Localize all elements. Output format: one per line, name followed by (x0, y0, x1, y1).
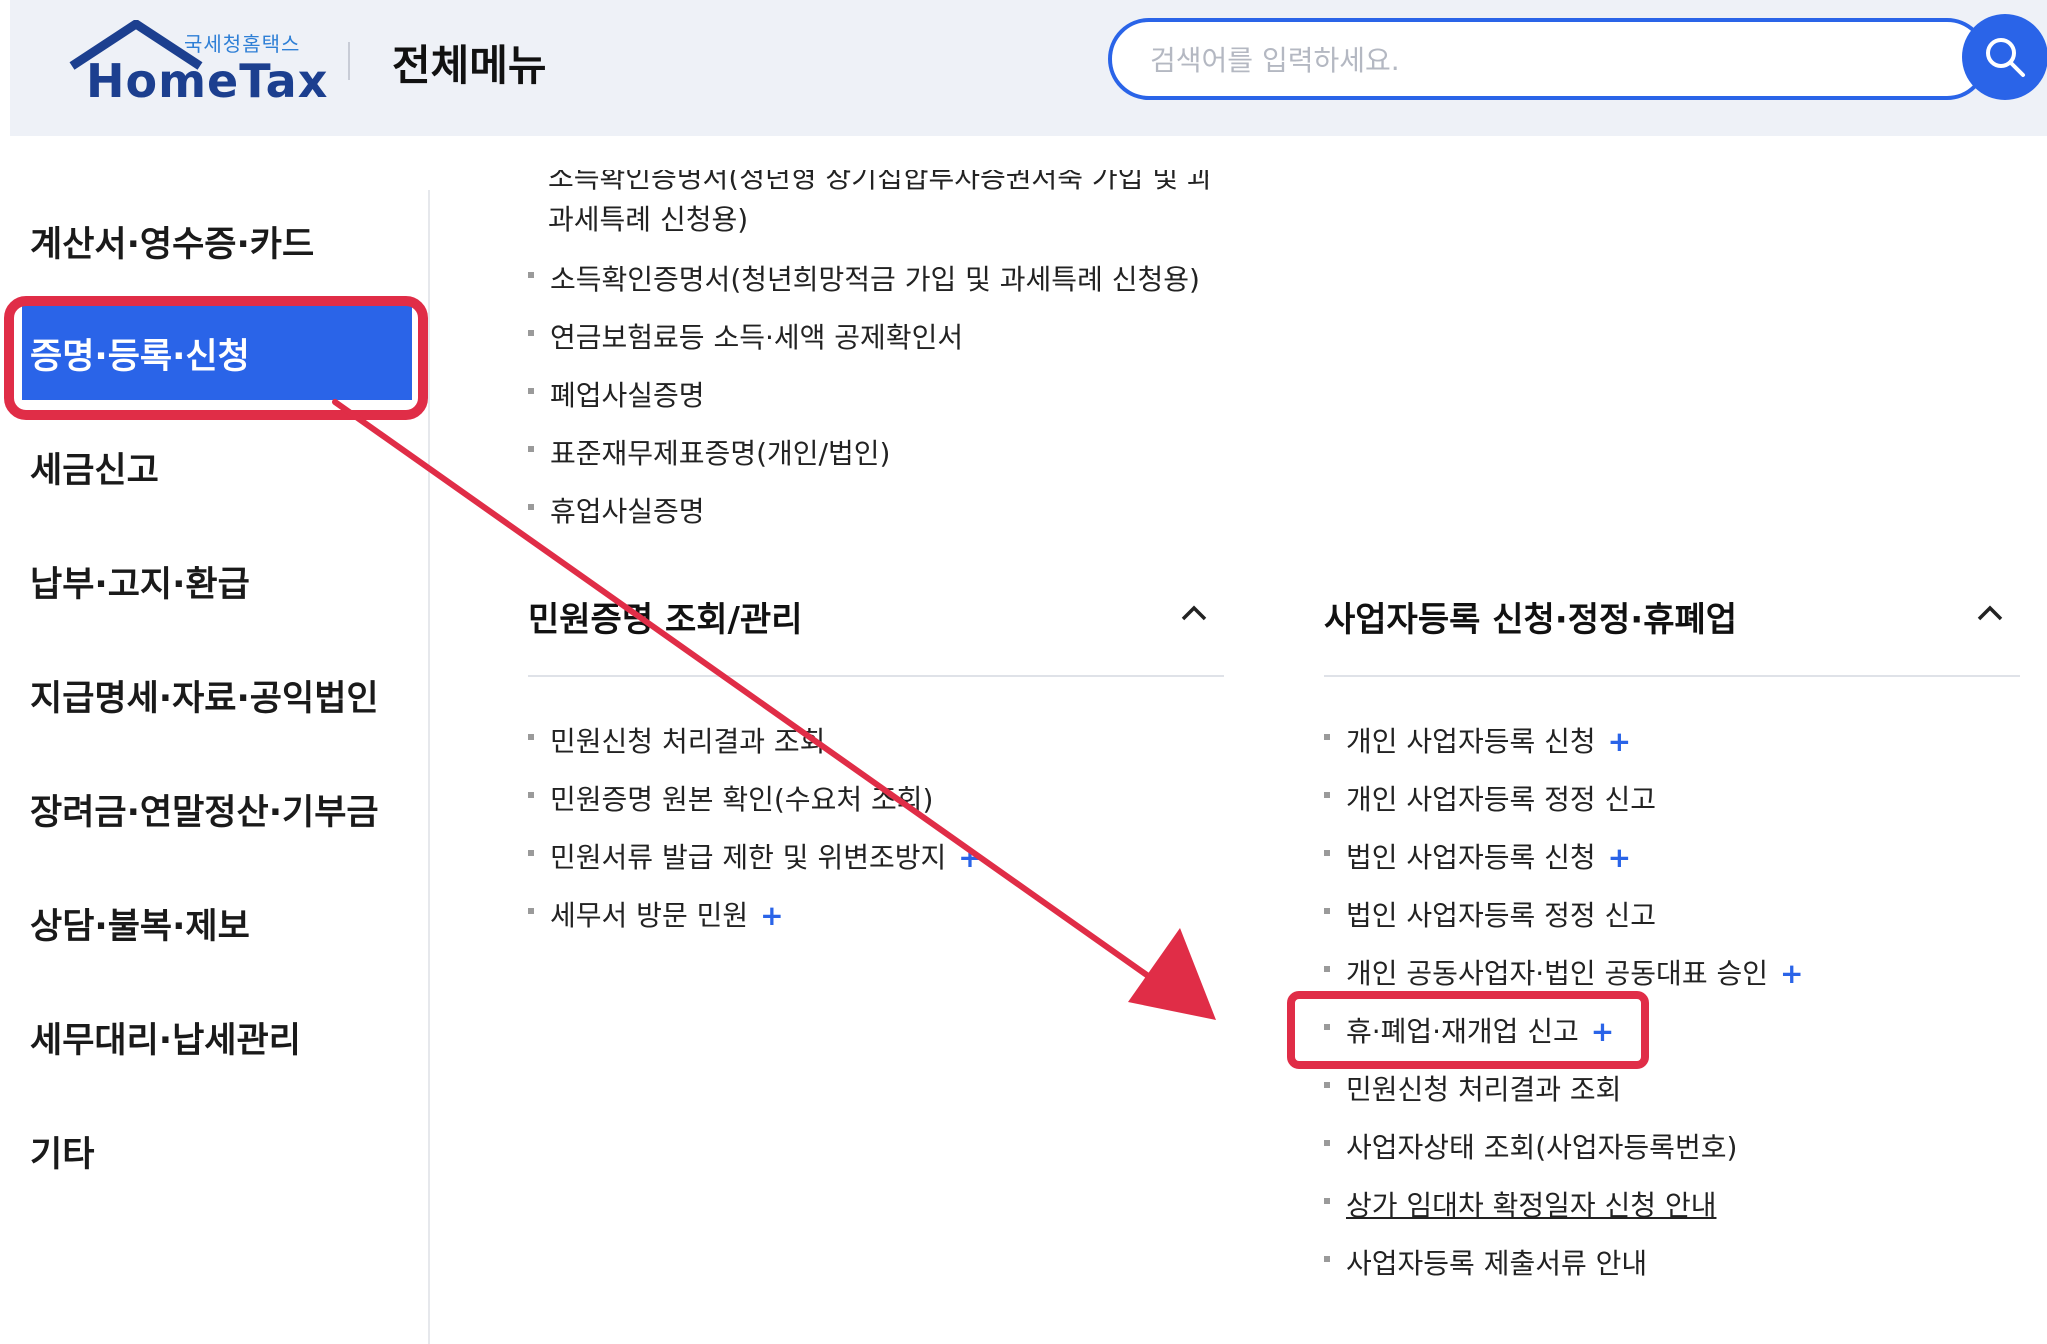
bullet-icon (528, 504, 534, 510)
list-item[interactable]: 소득확인증명서(청년희망적금 가입 및 과세특례 신청용) (528, 258, 1200, 298)
page-title: 전체메뉴 (392, 41, 547, 90)
plus-icon[interactable]: + (958, 841, 981, 874)
bullet-icon (528, 388, 534, 394)
search-box (1108, 18, 1988, 100)
list-item[interactable]: 사업자상태 조회(사업자등록번호) (1324, 1126, 1749, 1166)
bullet-icon (528, 792, 534, 798)
list-item-continuation[interactable]: 과세특례 신청용) (548, 198, 748, 238)
list-item[interactable]: 사업자등록 제출서류 안내 (1324, 1242, 1659, 1282)
clipped-list-item: 소득확인증명서(청년형 장기집합투자증권저축 가입 및 과세특례 신청용) (548, 170, 1208, 190)
highlight-box-left (4, 296, 428, 420)
chevron-up-icon[interactable] (1976, 604, 2004, 622)
bullet-icon (528, 330, 534, 336)
bullet-icon (1324, 734, 1330, 740)
list-item[interactable]: 법인 사업자등록 신청 + (1324, 836, 1631, 876)
bullet-icon (1324, 1140, 1330, 1146)
left-menu-item[interactable]: 계산서·영수증·카드 (30, 216, 314, 267)
plus-icon[interactable]: + (1608, 725, 1631, 758)
section-divider (528, 675, 1224, 677)
list-item[interactable]: 개인 사업자등록 정정 신고 (1324, 778, 1668, 818)
bullet-icon (1324, 850, 1330, 856)
search-input[interactable] (1148, 36, 1932, 84)
section-title-left[interactable]: 민원증명 조회/관리 (528, 592, 803, 641)
header-bar: 국세청홈택스 HomeTax 전체메뉴 (10, 0, 2047, 136)
section-title-right[interactable]: 사업자등록 신청·정정·휴폐업 (1324, 592, 1737, 641)
bullet-icon (528, 908, 534, 914)
list-item[interactable]: 법인 사업자등록 정정 신고 (1324, 894, 1668, 934)
bullet-icon (1324, 1082, 1330, 1088)
list-item[interactable]: 민원신청 처리결과 조회 (1324, 1068, 1633, 1108)
bullet-icon (528, 272, 534, 278)
logo-big-text: HomeTax (86, 54, 329, 108)
highlight-box-right (1287, 991, 1649, 1069)
hometax-logo[interactable]: 국세청홈택스 HomeTax (66, 20, 327, 110)
bullet-icon (1324, 1256, 1330, 1262)
left-menu-item[interactable]: 세무대리·납세관리 (30, 1012, 301, 1063)
list-item[interactable]: 표준재무제표증명(개인/법인) (528, 432, 890, 472)
bullet-icon (1324, 966, 1330, 972)
list-item[interactable]: 폐업사실증명 (528, 374, 705, 414)
bullet-icon (528, 850, 534, 856)
list-item[interactable]: 민원신청 처리결과 조회 (528, 720, 837, 760)
list-item[interactable]: 개인 사업자등록 신청 + (1324, 720, 1631, 760)
left-menu-item[interactable]: 납부·고지·환급 (30, 556, 250, 607)
plus-icon[interactable]: + (760, 899, 783, 932)
bullet-icon (528, 734, 534, 740)
search-button[interactable] (1962, 14, 2047, 100)
bullet-icon (1324, 908, 1330, 914)
list-item[interactable]: 민원증명 원본 확인(수요처 조회) (528, 778, 945, 818)
section-divider (1324, 675, 2020, 677)
left-menu-item[interactable]: 상담·불복·제보 (30, 898, 250, 949)
list-item[interactable]: 휴업사실증명 (528, 490, 705, 530)
list-item-link[interactable]: 상가 임대차 확정일자 신청 안내 (1324, 1184, 1728, 1224)
left-menu-item[interactable]: 기타 (30, 1126, 94, 1177)
left-menu-item[interactable]: 세금신고 (30, 442, 159, 493)
header-divider (348, 42, 350, 80)
plus-icon[interactable]: + (1608, 841, 1631, 874)
bullet-icon (1324, 1198, 1330, 1204)
bullet-icon (528, 446, 534, 452)
logo-small-text: 국세청홈택스 (184, 32, 301, 56)
list-item[interactable]: 민원서류 발급 제한 및 위변조방지 + (528, 836, 982, 876)
left-menu-item[interactable]: 장려금·연말정산·기부금 (30, 784, 379, 835)
list-item[interactable]: 개인 공동사업자·법인 공동대표 승인 + (1324, 952, 1803, 992)
list-item[interactable]: 세무서 방문 민원 + (528, 894, 784, 934)
search-icon (1986, 38, 2025, 77)
chevron-up-icon[interactable] (1180, 604, 1208, 622)
left-menu-item[interactable]: 지급명세·자료·공익법인 (30, 670, 379, 721)
list-item[interactable]: 연금보험료등 소득·세액 공제확인서 (528, 316, 963, 356)
plus-icon[interactable]: + (1780, 957, 1803, 990)
bullet-icon (1324, 792, 1330, 798)
